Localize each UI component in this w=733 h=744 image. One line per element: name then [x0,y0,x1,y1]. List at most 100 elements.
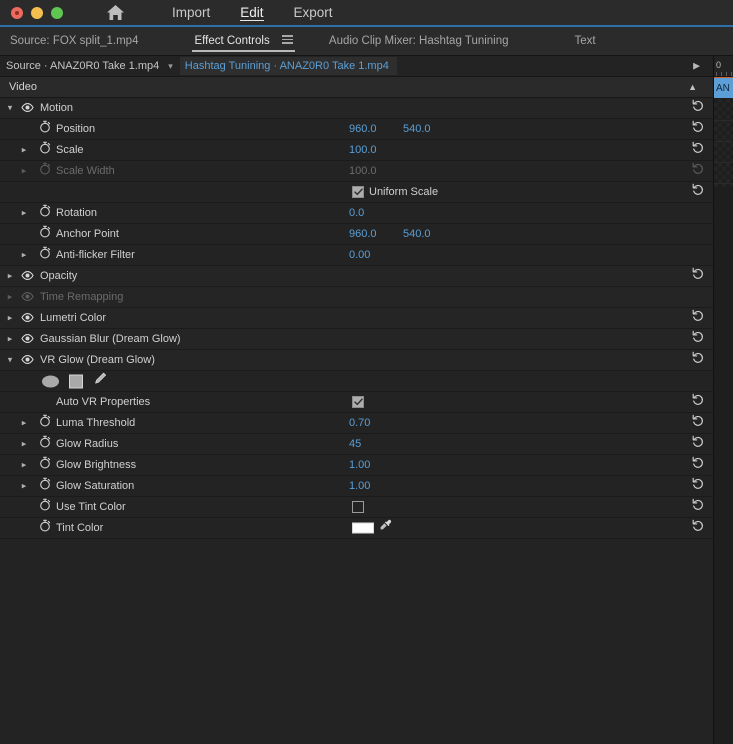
minimize-button[interactable] [31,6,43,19]
stopwatch-icon-anti-flicker-filter[interactable] [39,246,51,264]
stopwatch-icon-glow-brightness[interactable] [39,456,51,474]
reset-icon-motion[interactable] [692,99,705,117]
eyedropper-icon-tint-color[interactable] [379,519,392,537]
playhead-marker[interactable] [714,77,733,78]
property-row-auto-vr-properties[interactable]: Auto VR Properties [0,392,733,413]
property-value-glow-brightness-x[interactable]: 1.00 [349,459,370,471]
reset-icon-opacity[interactable] [692,267,705,285]
visibility-eye-icon-lumetri-color[interactable] [21,309,34,327]
property-row-gaussian-blur[interactable]: ▸ Gaussian Blur (Dream Glow) [0,329,733,350]
property-row-use-tint-color[interactable]: Use Tint Color [0,497,733,518]
stopwatch-icon-position[interactable] [39,120,51,138]
home-icon[interactable] [106,4,125,21]
property-value-rotation-x[interactable]: 0.0 [349,207,364,219]
chevron-right-icon-glow-saturation[interactable]: ▸ [18,481,30,491]
chevron-up-icon[interactable]: ▲ [688,82,697,92]
menu-tab-edit[interactable]: Edit [225,0,278,26]
tab-text[interactable]: Text [573,27,598,56]
chevron-right-icon-lumetri-color[interactable]: ▸ [4,313,16,323]
stopwatch-icon-anchor-point[interactable] [39,225,51,243]
property-value-position-y[interactable]: 540.0 [403,123,431,135]
property-row-lumetri-color[interactable]: ▸ Lumetri Color [0,308,733,329]
checkbox-uniform-scale[interactable] [352,186,364,198]
property-row-tint-color[interactable]: Tint Color [0,518,733,539]
video-section-header[interactable]: Video ▲ [0,77,733,98]
stopwatch-icon-use-tint-color[interactable] [39,498,51,516]
stopwatch-icon-glow-saturation[interactable] [39,477,51,495]
property-value-scale-x[interactable]: 100.0 [349,144,377,156]
property-row-scale-width[interactable]: ▸ Scale Width 100.0 [0,161,733,182]
checkbox-use-tint-color[interactable] [352,501,364,513]
property-value-anti-flicker-filter-x[interactable]: 0.00 [349,249,370,261]
property-row-scale[interactable]: ▸ Scale 100.0 [0,140,733,161]
visibility-eye-icon-gaussian-blur[interactable] [21,330,34,348]
reset-icon-tint-color[interactable] [692,519,705,537]
close-button[interactable] [11,6,23,19]
reset-icon-luma-threshold[interactable] [692,414,705,432]
active-clip-label[interactable]: Hashtag Tunining · ANAZ0R0 Take 1.mp4 [179,57,397,75]
chevron-down-icon[interactable]: ▾ [168,61,173,71]
chevron-down-icon-vr-glow[interactable]: ▾ [4,355,16,365]
property-row-rotation[interactable]: ▸ Rotation 0.0 [0,203,733,224]
property-value-glow-saturation-x[interactable]: 1.00 [349,480,370,492]
reset-icon-uniform-scale[interactable] [692,183,705,201]
timeline-track-area[interactable] [714,99,733,744]
visibility-eye-icon-time-remapping[interactable] [21,288,34,306]
pen-mask-icon[interactable] [93,372,107,391]
property-row-mask-tools[interactable] [0,371,733,392]
stopwatch-icon-tint-color[interactable] [39,519,51,537]
stopwatch-icon-glow-radius[interactable] [39,435,51,453]
chevron-right-icon-rotation[interactable]: ▸ [18,208,30,218]
reset-icon-scale-width[interactable] [692,162,705,180]
tab-effect-controls[interactable]: Effect Controls [192,27,295,56]
reset-icon-use-tint-color[interactable] [692,498,705,516]
property-value-glow-radius-x[interactable]: 45 [349,438,361,450]
chevron-down-icon-motion[interactable]: ▾ [4,103,16,113]
stopwatch-icon-rotation[interactable] [39,204,51,222]
chevron-right-icon-scale[interactable]: ▸ [18,145,30,155]
property-row-vr-glow[interactable]: ▾ VR Glow (Dream Glow) [0,350,733,371]
property-row-opacity[interactable]: ▸ Opacity [0,266,733,287]
rectangle-mask-icon[interactable] [69,374,83,388]
property-row-glow-saturation[interactable]: ▸ Glow Saturation 1.00 [0,476,733,497]
reset-icon-glow-radius[interactable] [692,435,705,453]
menu-tab-import[interactable]: Import [157,0,225,26]
chevron-right-icon-glow-radius[interactable]: ▸ [18,439,30,449]
tab-source-monitor[interactable]: Source: FOX split_1.mp4 [8,27,140,56]
reset-icon-glow-saturation[interactable] [692,477,705,495]
property-value-luma-threshold-x[interactable]: 0.70 [349,417,370,429]
property-row-uniform-scale[interactable]: Uniform Scale [0,182,733,203]
timeline-clip-bar[interactable]: AN [714,77,733,98]
reset-icon-gaussian-blur[interactable] [692,330,705,348]
reset-icon-auto-vr-properties[interactable] [692,393,705,411]
chevron-right-icon-luma-threshold[interactable]: ▸ [18,418,30,428]
ellipse-mask-icon[interactable] [42,375,59,387]
property-row-position[interactable]: Position 960.0 540.0 [0,119,733,140]
visibility-eye-icon-opacity[interactable] [21,267,34,285]
reset-icon-lumetri-color[interactable] [692,309,705,327]
chevron-right-icon-time-remapping[interactable]: ▸ [4,292,16,302]
property-row-anchor-point[interactable]: Anchor Point 960.0 540.0 [0,224,733,245]
stopwatch-icon-luma-threshold[interactable] [39,414,51,432]
property-row-anti-flicker-filter[interactable]: ▸ Anti-flicker Filter 0.00 [0,245,733,266]
color-swatch-tint-color[interactable] [352,522,374,534]
property-row-glow-brightness[interactable]: ▸ Glow Brightness 1.00 [0,455,733,476]
property-row-glow-radius[interactable]: ▸ Glow Radius 45 [0,434,733,455]
stopwatch-icon-scale-width[interactable] [39,162,51,180]
menu-tab-export[interactable]: Export [279,0,348,26]
visibility-eye-icon-motion[interactable] [21,99,34,117]
reset-icon-glow-brightness[interactable] [692,456,705,474]
zoom-button[interactable] [51,6,63,19]
chevron-right-icon-anti-flicker-filter[interactable]: ▸ [18,250,30,260]
property-row-motion[interactable]: ▾ Motion [0,98,733,119]
reset-icon-position[interactable] [692,120,705,138]
property-value-scale-width-x[interactable]: 100.0 [349,165,377,177]
reset-icon-vr-glow[interactable] [692,351,705,369]
play-icon[interactable]: ▶ [693,61,700,72]
property-value-anchor-point-y[interactable]: 540.0 [403,228,431,240]
checkbox-auto-vr-properties[interactable] [352,396,364,408]
chevron-right-icon-glow-brightness[interactable]: ▸ [18,460,30,470]
chevron-right-icon-gaussian-blur[interactable]: ▸ [4,334,16,344]
chevron-right-icon-opacity[interactable]: ▸ [4,271,16,281]
stopwatch-icon-scale[interactable] [39,141,51,159]
